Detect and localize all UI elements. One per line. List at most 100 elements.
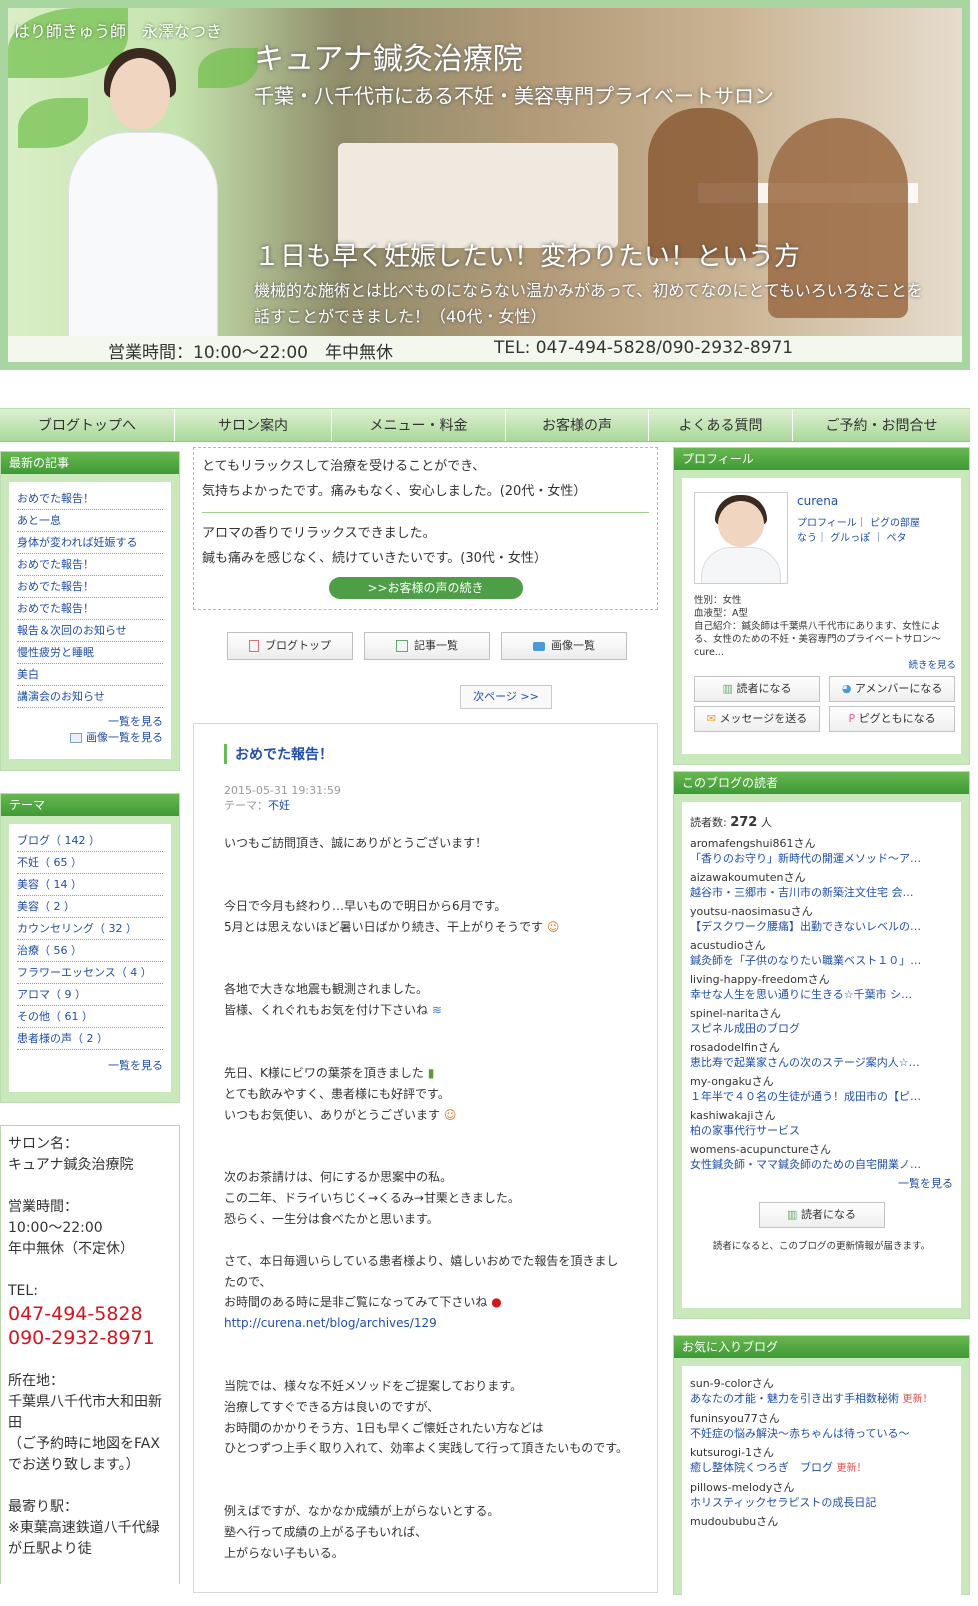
next-page-button[interactable]: 次ページ >> (460, 685, 552, 709)
favorite-name[interactable]: funinsyou77さん (690, 1411, 953, 1426)
readers-more-link[interactable]: 一覧を見る (690, 1176, 953, 1192)
theme-link[interactable]: カウンセリング（ 32 ） (17, 918, 163, 940)
nav-salon[interactable]: サロン案内 (175, 409, 332, 441)
nav-contact[interactable]: ご予約・お問合せ (793, 409, 970, 441)
favorite-title-wrap[interactable]: あなたの才能・魅力を引き出す手相数秘術 更新！ (690, 1391, 953, 1407)
recent-article-link[interactable]: おめでた報告！ (17, 488, 163, 510)
profile-more-link[interactable]: 続きを見る (694, 659, 956, 672)
reader-blog-title[interactable]: 柏の家事代行サービス (690, 1123, 953, 1138)
theme-link[interactable]: フラワーエッセンス（ 4 ） (17, 962, 163, 984)
reader-blog-title[interactable]: 【デスクワーク腰痛】出勤できないレベルの… (690, 919, 953, 934)
reader-item: youtsu-naosimasuさん 【デスクワーク腰痛】出勤できないレベルの… (690, 904, 953, 934)
salon-address-label: 所在地： (8, 1373, 64, 1389)
profile-links-row1[interactable]: プロフィール｜ ピグの部屋 (797, 516, 920, 531)
favorite-name[interactable]: pillows-melodyさん (690, 1480, 953, 1495)
readers-button-wrap: ▥ 読者になる (690, 1200, 953, 1230)
recent-article-link[interactable]: 美白 (17, 664, 163, 686)
reader-name[interactable]: my-ongakuさん (690, 1074, 953, 1089)
salon-tel-2[interactable]: 090-2932-8971 (8, 1326, 172, 1350)
favorites-heading: お気に入りブログ (674, 1336, 969, 1358)
reader-blog-title[interactable]: 鍼灸師を「子供のなりたい職業ベスト１０」… (690, 953, 953, 968)
nav-faq[interactable]: よくある質問 (649, 409, 793, 441)
nav-blog-top[interactable]: ブログトップへ (0, 409, 175, 441)
salon-tel-1[interactable]: 047-494-5828 (8, 1302, 172, 1326)
voice-text: 気持ちよかったです。痛みもなく、安心しました。(20代・女性） (202, 484, 587, 499)
article-date: 2015-05-31 19:31:59 (224, 784, 341, 797)
theme-link[interactable]: 美容（ 14 ） (17, 874, 163, 896)
right-sidebar: プロフィール curena プロフィール｜ ピグの部屋 なう｜ グルっぽ ｜ ペ… (673, 447, 970, 1606)
favorite-title[interactable]: ホリスティックセラピストの成長日記 (690, 1495, 953, 1510)
theme-link[interactable]: 不妊 (268, 799, 290, 812)
reader-blog-title[interactable]: 越谷市・三郷市・吉川市の新築注文住宅 会… (690, 885, 953, 900)
phone-numbers: TEL: 047-494-5828/090-2932-8971 (494, 338, 794, 358)
favorite-title-wrap[interactable]: 癒し整体院くつろぎ ブログ 更新！ (690, 1460, 953, 1476)
image-list-button[interactable]: 画像一覧 (501, 632, 627, 660)
smile-icon: ☺ (443, 1107, 457, 1122)
nav-voices[interactable]: お客様の声 (506, 409, 649, 441)
recent-article-link[interactable]: 慢性疲労と睡眠 (17, 642, 163, 664)
article-list-button[interactable]: 記事一覧 (364, 632, 490, 660)
reader-blog-title[interactable]: 「香りのお守り」新時代の開運メソッド〜ア… (690, 851, 953, 866)
theme-link[interactable]: アロマ（ 9 ） (17, 984, 163, 1006)
themes-more-link[interactable]: 一覧を見る (17, 1058, 163, 1074)
reader-name[interactable]: acustudioさん (690, 938, 953, 953)
voices-more-button[interactable]: >>お客様の声の続き (328, 577, 523, 599)
article-title[interactable]: おめでた報告！ (224, 744, 629, 764)
profile-name[interactable]: curena (797, 494, 838, 508)
theme-link[interactable]: ブログ（ 142 ） (17, 830, 163, 852)
recent-article-link[interactable]: 身体が変われば妊娠する (17, 532, 163, 554)
reader-blog-title[interactable]: １年半で４０名の生徒が通う！成田市の【ピ… (690, 1089, 953, 1104)
reader-blog-title[interactable]: 幸せな人生を思い通りに生きる☆千葉市 シ… (690, 987, 953, 1002)
reader-name[interactable]: kashiwakajiさん (690, 1108, 953, 1123)
reader-blog-title[interactable]: 恵比寿で起業家さんの次のステージ案内人☆… (690, 1055, 953, 1070)
become-reader-button-2[interactable]: ▥ 読者になる (758, 1202, 885, 1228)
favorite-title[interactable]: 癒し整体院くつろぎ ブログ (690, 1461, 833, 1474)
recent-article-link[interactable]: 報告＆次回のお知らせ (17, 620, 163, 642)
favorite-name[interactable]: kutsurogi-1さん (690, 1445, 953, 1460)
article-url-link[interactable]: http://curena.net/blog/archives/129 (224, 1316, 437, 1330)
favorite-name[interactable]: sun-9-colorさん (690, 1376, 953, 1391)
profile-avatar[interactable] (694, 492, 788, 584)
theme-link[interactable]: その他（ 61 ） (17, 1006, 163, 1028)
theme-link[interactable]: 治療（ 56 ） (17, 940, 163, 962)
reader-item: womens-acupunctureさん 女性鍼灸師・ママ鍼灸師のための自宅開業ノ… (690, 1142, 953, 1172)
header-photo: はり師きゅう師 永澤なつき キュアナ鍼灸治療院 千葉・八千代市にある不妊・美容専… (8, 8, 962, 362)
theme-link[interactable]: 不妊（ 65 ） (17, 852, 163, 874)
amember-button[interactable]: ◕ アメンバーになる (829, 676, 956, 702)
pig-friend-button[interactable]: P ピグともになる (829, 706, 956, 732)
recent-article-link[interactable]: おめでた報告！ (17, 598, 163, 620)
reader-name[interactable]: womens-acupunctureさん (690, 1142, 953, 1157)
theme-link[interactable]: 患者様の声（ 2 ） (17, 1028, 163, 1050)
article-text: 治療してすぐできる方は良いのですが、 (224, 1399, 440, 1414)
reader-name[interactable]: youtsu-naosimasuさん (690, 904, 953, 919)
recent-article-link[interactable]: 講演会のお知らせ (17, 686, 163, 708)
reader-name[interactable]: living-happy-freedomさん (690, 972, 953, 987)
reader-name[interactable]: rosadodelfinさん (690, 1040, 953, 1055)
image-list-link[interactable]: 画像一覧を見る (17, 730, 163, 746)
voice-text: 鍼も痛みを感じなく、続けていきたいです。(30代・女性） (202, 551, 547, 566)
reader-blog-title[interactable]: スピネル成田のブログ (690, 1021, 953, 1036)
favorite-title[interactable]: 不妊症の悩み解決〜赤ちゃんは待っている〜 (690, 1426, 953, 1441)
recent-article-link[interactable]: おめでた報告！ (17, 554, 163, 576)
profile-heading: プロフィール (674, 448, 969, 470)
reader-name[interactable]: spinel-naritaさん (690, 1006, 953, 1021)
reader-blog-title[interactable]: 女性鍼灸師・ママ鍼灸師のための自宅開業ノ… (690, 1157, 953, 1172)
voice-text: とてもリラックスして治療を受けることができ、 (202, 459, 486, 474)
article-text-span: お時間のある時に是非ご覧になってみて下さいね (224, 1295, 488, 1310)
recent-article-link[interactable]: おめでた報告！ (17, 576, 163, 598)
wave-icon: ≋ (431, 1003, 442, 1018)
blog-top-button[interactable]: ブログトップ (227, 632, 353, 660)
recent-article-link[interactable]: あと一息 (17, 510, 163, 532)
reader-name[interactable]: aromafengshui861さん (690, 836, 953, 851)
article-text: 当院では、様々な不妊メソッドをご提案しております。 (224, 1378, 523, 1393)
favorite-title[interactable]: あなたの才能・魅力を引き出す手相数秘術 (690, 1392, 899, 1405)
send-message-button[interactable]: ✉ メッセージを送る (694, 706, 820, 732)
theme-link[interactable]: 美容（ 2 ） (17, 896, 163, 918)
become-reader-button[interactable]: ▥ 読者になる (694, 676, 820, 702)
profile-links-row2[interactable]: なう｜ グルっぽ ｜ ペタ (797, 531, 920, 546)
favorite-name[interactable]: mudoububuさん (690, 1514, 953, 1529)
nav-menu[interactable]: メニュー・料金 (332, 409, 506, 441)
reader-name[interactable]: aizawakoumutenさん (690, 870, 953, 885)
recent-more-link[interactable]: 一覧を見る (17, 714, 163, 730)
article-url[interactable]: http://curena.net/blog/archives/129 (224, 1313, 629, 1334)
